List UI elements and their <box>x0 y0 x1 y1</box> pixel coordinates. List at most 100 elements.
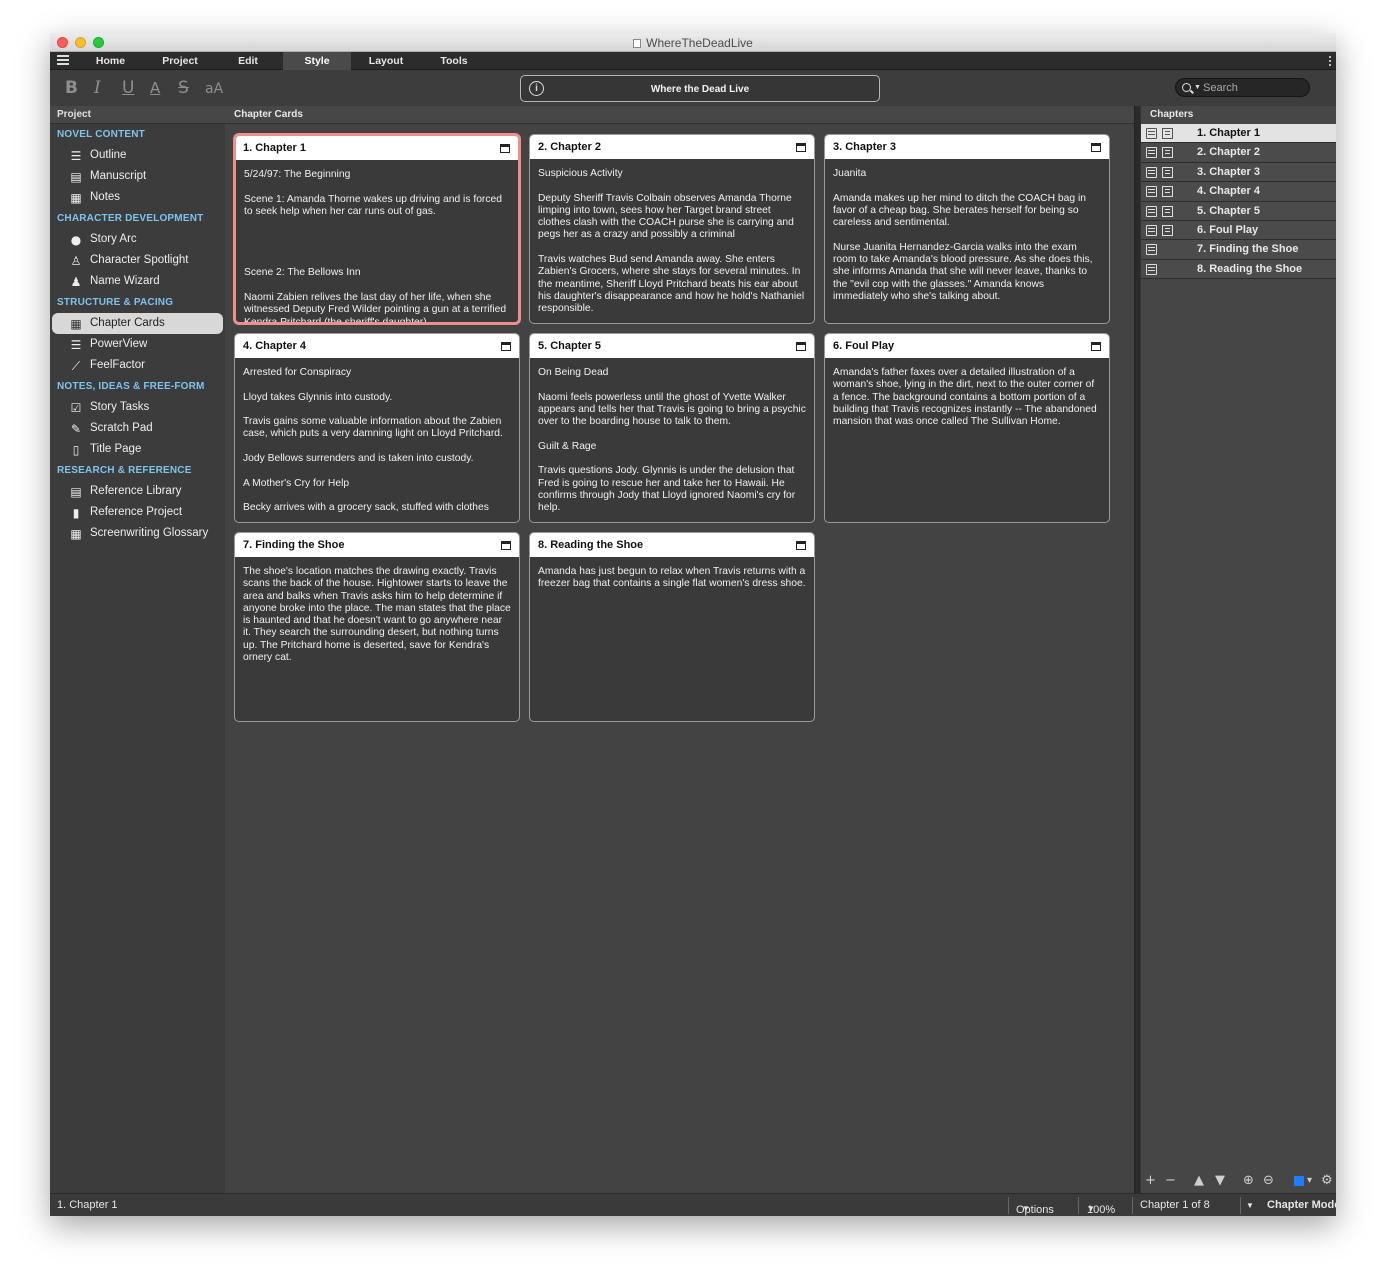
view-header: Chapter Cards <box>225 106 1134 124</box>
card-title: 6. Foul Play <box>833 340 895 352</box>
sidebar-item-manuscript[interactable]: ▤ Manuscript <box>52 166 223 187</box>
notes-icon: ▦ <box>70 191 82 205</box>
section-structure-pacing: STRUCTURE & PACING <box>57 297 174 308</box>
search-field[interactable]: ▼ <box>1175 78 1310 97</box>
chapter-list-item[interactable]: 6. Foul Play <box>1141 220 1336 241</box>
sidebar-item-character-spotlight[interactable]: ♙ Character Spotlight <box>52 250 223 271</box>
chapter-list-item[interactable]: 2. Chapter 2 <box>1141 143 1336 163</box>
chapter-list-item[interactable]: 7. Finding the Shoe <box>1141 240 1336 260</box>
card-body[interactable]: Juanita Amanda makes up her mind to ditc… <box>825 159 1109 303</box>
sidebar-item-story-tasks[interactable]: ☑ Story Tasks <box>52 397 223 418</box>
card-body[interactable]: Suspicious Activity Deputy Sheriff Travi… <box>530 159 814 316</box>
sidebar-item-outline[interactable]: ☰ Outline <box>52 145 223 166</box>
card-title: 1. Chapter 1 <box>243 142 306 154</box>
hamburger-menu-icon[interactable] <box>57 55 69 65</box>
chapter-card[interactable]: 5. Chapter 5 On Being Dead Naomi feels p… <box>529 333 815 523</box>
change-case-button[interactable]: aA <box>205 81 223 97</box>
chapter-list-item[interactable]: 3. Chapter 3 <box>1141 162 1336 183</box>
card-body[interactable]: Amanda's father faxes over a detailed il… <box>825 358 1109 428</box>
underline-button[interactable]: U <box>122 78 134 98</box>
chapter-list-item[interactable]: 8. Reading the Shoe <box>1141 259 1336 280</box>
chapter-list-item[interactable]: 1. Chapter 1 <box>1141 124 1336 144</box>
chapter-list-item[interactable]: 5. Chapter 5 <box>1141 201 1336 221</box>
zoom-in-icon[interactable]: ⊕ <box>1243 1173 1254 1188</box>
rows-icon: ☰ <box>70 338 82 352</box>
chapter-card[interactable]: 4. Chapter 4 Arrested for Conspiracy Llo… <box>234 333 520 523</box>
color-dropdown-icon[interactable]: ▾ <box>1307 1175 1312 1186</box>
sidebar-item-feelfactor[interactable]: ⟋ FeelFactor <box>52 355 223 376</box>
chapter-card[interactable]: 6. Foul Play Amanda's father faxes over … <box>824 333 1110 523</box>
chapters-header: Chapters <box>1141 106 1336 124</box>
sidebar-item-notes[interactable]: ▦ Notes <box>52 187 223 208</box>
text-color-button[interactable]: A <box>150 79 160 97</box>
card-body[interactable]: Arrested for Conspiracy Lloyd takes Glyn… <box>235 358 519 515</box>
tab-layout[interactable]: Layout <box>356 52 416 70</box>
ribbon-tabs: Home Project Edit Style Layout Tools <box>50 52 1336 70</box>
window-icon[interactable] <box>1091 143 1101 152</box>
sidebar-item-reference-project[interactable]: ▮ Reference Project <box>52 502 223 523</box>
card-icon <box>1146 244 1157 256</box>
tab-edit[interactable]: Edit <box>222 52 274 70</box>
sidebar-item-name-wizard[interactable]: ♟ Name Wizard <box>52 271 223 292</box>
mode-dropdown-icon[interactable]: ▼ <box>1246 1201 1254 1210</box>
tab-tools[interactable]: Tools <box>426 52 482 70</box>
document-title: Where the Dead Live <box>650 84 750 95</box>
sidebar-item-scratch-pad[interactable]: ✎ Scratch Pad <box>52 418 223 439</box>
card-body[interactable]: 5/24/97: The Beginning Scene 1: Amanda T… <box>236 160 518 322</box>
tab-style[interactable]: Style <box>283 52 351 70</box>
chevron-down-icon[interactable]: ▼ <box>1194 84 1201 91</box>
window-icon[interactable] <box>501 541 511 550</box>
card-body[interactable]: The shoe's location matches the drawing … <box>235 557 519 664</box>
bold-button[interactable]: B <box>65 78 78 98</box>
add-chapter-button[interactable]: + <box>1145 1173 1156 1188</box>
chapter-position: Chapter 1 of 8 <box>1140 1199 1210 1211</box>
move-up-button[interactable]: ▲ <box>1194 1173 1204 1188</box>
card-title: 2. Chapter 2 <box>538 141 601 153</box>
gear-icon[interactable]: ⚙ <box>1321 1173 1333 1188</box>
tab-project[interactable]: Project <box>150 52 210 70</box>
search-input[interactable] <box>1203 81 1303 95</box>
document-title-bar[interactable]: i Where the Dead Live <box>520 75 880 102</box>
chapter-card[interactable]: 2. Chapter 2 Suspicious Activity Deputy … <box>529 134 815 324</box>
window-title: WhereTheDeadLive <box>50 36 1336 50</box>
card-icon <box>1146 186 1157 198</box>
window-icon[interactable] <box>501 342 511 351</box>
mode-label[interactable]: Chapter Mode <box>1267 1199 1336 1211</box>
app-window: WhereTheDeadLive Home Project Edit Style… <box>50 33 1336 1216</box>
window-icon[interactable] <box>500 144 510 153</box>
document-icon <box>1162 224 1173 236</box>
title-bar: WhereTheDeadLive <box>50 33 1336 52</box>
project-sidebar: Project NOVEL CONTENT ☰ Outline ▤ Manuscri… <box>50 106 225 1193</box>
strikethrough-button[interactable]: S <box>178 78 189 98</box>
document-icon <box>633 39 642 48</box>
italic-button[interactable]: I <box>94 78 101 98</box>
remove-chapter-button[interactable]: − <box>1165 1173 1176 1188</box>
chapter-card[interactable]: 1. Chapter 1 5/24/97: The Beginning Scen… <box>234 134 520 324</box>
zoom-out-icon[interactable]: ⊖ <box>1263 1173 1274 1188</box>
film-icon: ▦ <box>70 527 82 541</box>
sidebar-item-powerview[interactable]: ☰ PowerView <box>52 334 223 355</box>
grip-icon[interactable] <box>1329 56 1334 66</box>
chapter-card[interactable]: 7. Finding the Shoe The shoe's location … <box>234 532 520 722</box>
sidebar-item-chapter-cards[interactable]: ▦ Chapter Cards <box>52 313 223 334</box>
sidebar-item-title-page[interactable]: ▯ Title Page <box>52 439 223 460</box>
card-body[interactable]: On Being Dead Naomi feels powerless unti… <box>530 358 814 515</box>
document-icon <box>1162 186 1173 198</box>
list-icon: ☰ <box>70 149 82 163</box>
window-icon[interactable] <box>1091 342 1101 351</box>
chapter-card[interactable]: 8. Reading the Shoe Amanda has just begu… <box>529 532 815 722</box>
sidebar-item-reference-library[interactable]: ▤ Reference Library <box>52 481 223 502</box>
chevron-down-icon: ▼ <box>1022 1204 1030 1213</box>
tab-home[interactable]: Home <box>83 52 138 70</box>
chapter-card[interactable]: 3. Chapter 3 Juanita Amanda makes up her… <box>824 134 1110 324</box>
move-down-button[interactable]: ▼ <box>1215 1173 1225 1188</box>
card-body[interactable]: Amanda has just begun to relax when Trav… <box>530 557 814 591</box>
window-icon[interactable] <box>796 541 806 550</box>
sidebar-item-story-arc[interactable]: ● Story Arc <box>52 229 223 250</box>
chapter-list-item[interactable]: 4. Chapter 4 <box>1141 182 1336 202</box>
grid-icon: ▦ <box>70 317 82 331</box>
color-swatch[interactable] <box>1294 1176 1304 1186</box>
window-icon[interactable] <box>796 143 806 152</box>
window-icon[interactable] <box>796 342 806 351</box>
sidebar-item-screenwriting-glossary[interactable]: ▦ Screenwriting Glossary <box>52 523 223 544</box>
